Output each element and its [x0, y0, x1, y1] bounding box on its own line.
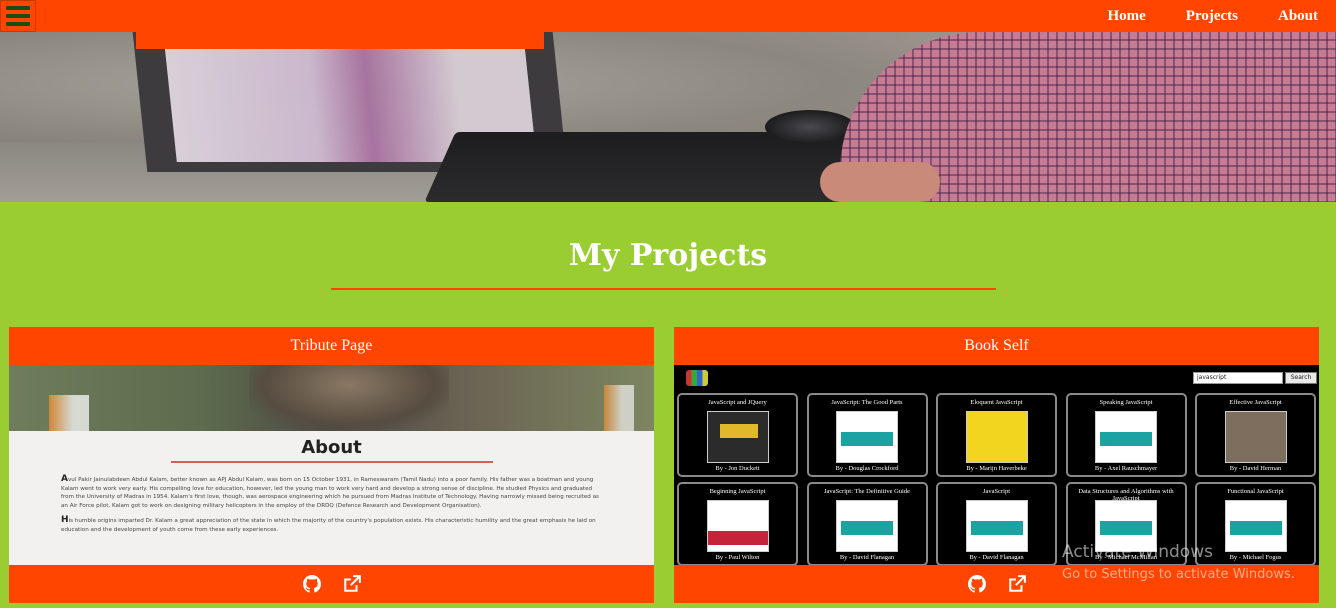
hero-banner-image	[0, 32, 1336, 202]
book-card: Effective JavaScript By - David Herman	[1195, 393, 1316, 477]
hero-overlay-tab	[136, 32, 544, 49]
project-preview-image[interactable]: javascript Search JavaScript and JQuery B…	[674, 365, 1319, 565]
external-link-icon[interactable]	[343, 575, 361, 593]
activate-windows-watermark: Activate Windows	[1062, 542, 1213, 562]
book-title: JavaScript: The Good Parts	[831, 399, 903, 406]
section-title: My Projects	[568, 238, 768, 273]
book-author: By - Axel Rauschmayer	[1094, 465, 1158, 472]
book-author: By - David Flanagan	[839, 554, 895, 561]
drop-cap: H	[61, 515, 69, 526]
bookshelf-toolbar: javascript Search	[674, 365, 1319, 391]
book-cover-image	[706, 500, 769, 552]
book-title: Effective JavaScript	[1229, 399, 1282, 406]
book-card: Functional JavaScript By - Michael Fogus	[1195, 482, 1316, 565]
title-divider	[331, 288, 996, 290]
book-cover-image	[1224, 500, 1287, 552]
bookshelf-search-button: Search	[1285, 372, 1317, 384]
project-card-tribute: Tribute Page About Avul Pakir Jainulabde…	[9, 327, 654, 603]
book-title: JavaScript and JQuery	[708, 399, 767, 406]
hamburger-line	[6, 22, 30, 26]
project-card-title: Tribute Page	[290, 337, 373, 354]
book-author: By - David Herman	[1229, 465, 1282, 472]
book-cover-image	[965, 500, 1028, 552]
book-title: JavaScript	[982, 488, 1011, 495]
project-card-title: Book Self	[964, 337, 1029, 354]
book-title: JavaScript: The Definitive Guide	[824, 488, 910, 495]
book-cover-image	[1224, 411, 1287, 463]
hamburger-line	[6, 6, 30, 10]
github-icon[interactable]	[967, 575, 986, 593]
book-author: By - Marijn Haverbeke	[966, 465, 1027, 472]
book-card: Speaking JavaScript By - Axel Rauschmayer	[1065, 393, 1187, 477]
book-title: Functional JavaScript	[1227, 488, 1284, 495]
bookshelf-preview: javascript Search JavaScript and JQuery B…	[674, 365, 1319, 565]
nav-link-about[interactable]: About	[1278, 8, 1318, 25]
book-card: Eloquent JavaScript By - Marijn Haverbeke	[936, 393, 1057, 477]
tribute-about-text: Avul Pakir Jainulabdeen Abdul Kalam, bet…	[61, 475, 602, 535]
book-cover-image	[1095, 411, 1157, 463]
book-title: Beginning JavaScript	[709, 488, 766, 495]
book-author: By - Douglas Crockford	[835, 465, 899, 472]
bookshelf-search-input: javascript	[1193, 372, 1283, 384]
book-cover-image	[965, 411, 1028, 463]
book-cover-image	[706, 411, 769, 463]
tribute-about-section: About Avul Pakir Jainulabdeen Abdul Kala…	[9, 431, 654, 565]
bookshelf-grid: JavaScript and JQuery By - Jon Duckett Jav…	[677, 393, 1316, 565]
book-author: By - David Flanagan	[969, 554, 1024, 561]
top-navbar: Home Projects About	[0, 0, 1336, 32]
book-card: JavaScript and JQuery By - Jon Duckett	[677, 393, 798, 477]
tribute-about-heading: About	[301, 437, 362, 458]
project-preview-image[interactable]: About Avul Pakir Jainulabdeen Abdul Kala…	[9, 365, 654, 565]
project-card-bookshelf: Book Self javascript Search JavaScript a…	[674, 327, 1319, 603]
book-title: Speaking JavaScript	[1099, 399, 1153, 406]
tribute-about-rule	[170, 461, 493, 463]
book-card: JavaScript By - David Flanagan	[936, 482, 1057, 565]
bookshelf-logo-icon	[686, 370, 708, 386]
project-card-footer	[9, 565, 654, 603]
tribute-paragraph: vul Pakir Jainulabdeen Abdul Kalam, bett…	[61, 477, 599, 509]
hamburger-icon[interactable]	[0, 0, 36, 32]
hamburger-line	[6, 14, 30, 18]
tribute-photo	[9, 365, 654, 431]
book-card: Beginning JavaScript By - Paul Wilton	[677, 482, 798, 565]
book-title: Eloquent JavaScript	[970, 399, 1023, 406]
external-link-icon[interactable]	[1008, 575, 1026, 593]
tribute-paragraph: is humble origins imparted Dr. Kalam a g…	[61, 518, 596, 533]
github-icon[interactable]	[302, 575, 321, 593]
book-author: By - Paul Wilton	[715, 554, 760, 561]
nav-link-home[interactable]: Home	[1107, 8, 1145, 25]
book-cover-image	[836, 500, 898, 552]
book-card: JavaScript: The Definitive Guide By - Dav…	[806, 482, 928, 565]
book-card: JavaScript: The Good Parts By - Douglas C…	[806, 393, 928, 477]
book-author: By - Jon Duckett	[715, 465, 760, 472]
activate-windows-subtext: Go to Settings to activate Windows.	[1062, 567, 1295, 582]
drop-cap: A	[61, 474, 68, 484]
book-author: By - Michael Fogus	[1229, 554, 1282, 561]
nav-links: Home Projects About	[1107, 0, 1336, 32]
nav-link-projects[interactable]: Projects	[1186, 8, 1238, 25]
book-cover-image	[836, 411, 898, 463]
